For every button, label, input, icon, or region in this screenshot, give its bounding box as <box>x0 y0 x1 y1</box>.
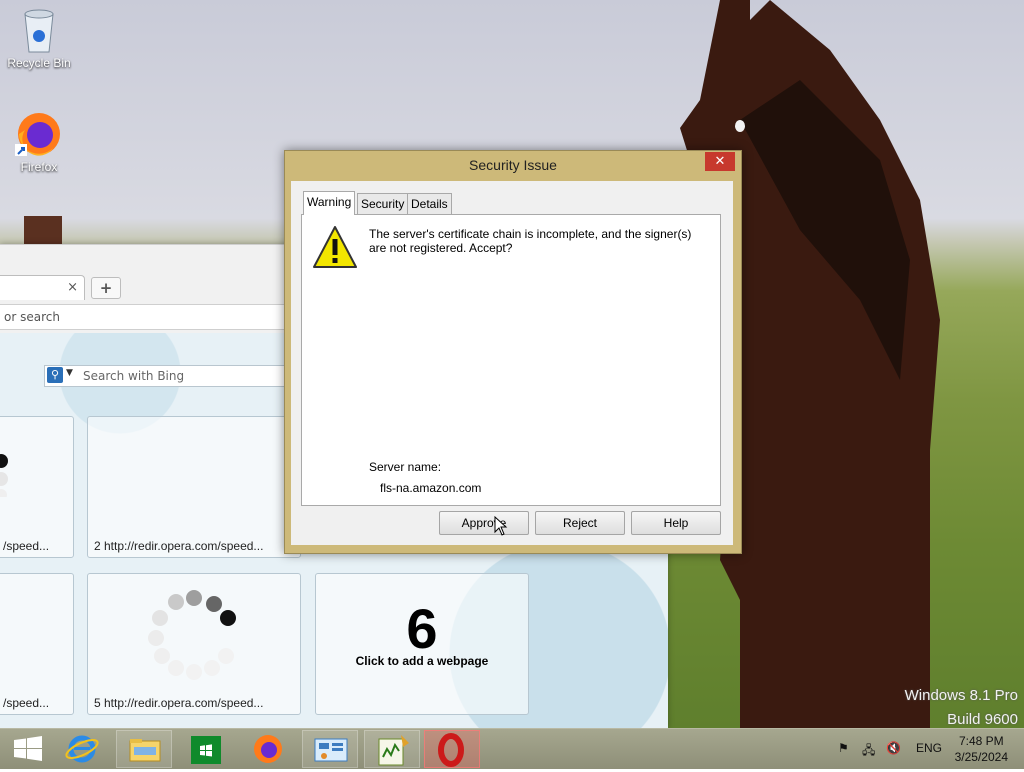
tile-caption: 2 http://redir.opera.com/speed... <box>94 539 264 553</box>
help-button[interactable]: Help <box>631 511 721 535</box>
system-clock[interactable]: 7:48 PM 3/25/2024 <box>955 733 1008 765</box>
notepad-plus-icon <box>378 735 409 766</box>
network-icon[interactable]: 🖧 <box>862 741 875 762</box>
firefox-icon <box>15 113 60 156</box>
firefox-icon <box>254 735 282 763</box>
taskbar-store[interactable] <box>178 730 234 768</box>
tab-warning[interactable]: Warning <box>303 191 356 215</box>
warning-icon <box>313 226 357 268</box>
store-icon <box>191 736 221 764</box>
tab-close-icon[interactable]: × <box>67 280 78 295</box>
warning-panel: The server's certificate chain is incomp… <box>301 214 721 506</box>
taskbar-notepad-plus[interactable] <box>364 730 420 768</box>
browser-tab[interactable]: × <box>0 275 85 300</box>
speed-dial-tile[interactable]: /speed... <box>0 573 74 715</box>
taskbar-control-panel[interactable] <box>302 730 358 768</box>
security-issue-dialog: Security Issue ✕ Warning Security Detail… <box>284 150 742 554</box>
taskbar: ⚑ 🖧 🔇 ENG 7:48 PM 3/25/2024 <box>0 728 1024 769</box>
tile-caption: /speed... <box>3 539 50 553</box>
desktop-icon-recycle-bin[interactable]: Recycle Bin <box>4 8 74 70</box>
speed-dial-tile[interactable]: 2 http://redir.opera.com/speed... <box>87 416 301 558</box>
internet-explorer-icon <box>65 735 99 763</box>
start-icon <box>14 736 42 761</box>
search-placeholder: Search with Bing <box>83 369 185 383</box>
tab-security[interactable]: Security <box>357 193 409 215</box>
approve-button[interactable]: Approve <box>439 511 529 535</box>
taskbar-firefox[interactable] <box>240 730 296 768</box>
taskbar-opera[interactable] <box>424 730 480 768</box>
close-button[interactable]: ✕ <box>705 152 735 171</box>
action-center-flag-icon[interactable]: ⚑ <box>838 741 849 755</box>
speaker-muted-icon[interactable]: 🔇 <box>886 741 901 755</box>
start-button[interactable] <box>0 730 56 768</box>
search-icon[interactable]: ⚲ <box>47 367 63 383</box>
reject-button[interactable]: Reject <box>535 511 625 535</box>
new-tab-button[interactable]: + <box>91 277 121 299</box>
server-name-value: fls-na.amazon.com <box>380 481 482 495</box>
dialog-body: Warning Security Details The server's ce… <box>291 181 733 545</box>
dialog-title: Security Issue <box>469 157 557 173</box>
speed-dial-tile[interactable]: 5 http://redir.opera.com/speed... <box>87 573 301 715</box>
file-explorer-icon <box>129 739 161 762</box>
tab-details[interactable]: Details <box>407 193 452 215</box>
opera-icon <box>438 733 464 767</box>
windows-edition: Windows 8.1 Pro <box>904 687 1018 704</box>
desktop-icon-firefox[interactable]: Firefox <box>4 110 74 174</box>
taskbar-internet-explorer[interactable] <box>54 730 110 768</box>
tile-caption: Click to add a webpage <box>355 654 489 668</box>
loading-spinner-icon <box>148 590 236 680</box>
clock-date: 3/25/2024 <box>954 750 1008 764</box>
tile-caption: /speed... <box>3 696 50 710</box>
tile-number: 6 <box>406 597 438 660</box>
warning-message: The server's certificate chain is incomp… <box>369 227 692 255</box>
address-placeholder: or search <box>4 310 60 324</box>
tile-caption: 5 http://redir.opera.com/speed... <box>94 696 264 710</box>
chevron-down-icon[interactable]: ▼ <box>66 368 73 378</box>
clock-time: 7:48 PM <box>958 734 1004 748</box>
server-name-label: Server name: <box>369 460 442 474</box>
recycle-bin-icon <box>24 9 54 53</box>
control-panel-icon <box>314 738 348 762</box>
speed-dial-tile[interactable]: /speed... <box>0 416 74 558</box>
taskbar-file-explorer[interactable] <box>116 730 172 768</box>
loading-spinner-icon <box>0 454 8 497</box>
search-input[interactable]: ⚲ ▼ Search with Bing <box>44 365 296 387</box>
desktop-icon-partial[interactable] <box>24 216 62 244</box>
windows-version-watermark: Windows 8.1 Pro Build 9600 <box>905 684 1018 732</box>
desktop-icon-label: Recycle Bin <box>7 56 71 70</box>
speed-dial-add-tile[interactable]: 6 Click to add a webpage <box>315 573 529 715</box>
language-indicator[interactable]: ENG <box>916 741 942 755</box>
mouse-cursor-icon <box>494 516 508 536</box>
desktop-icon-label: Firefox <box>20 160 58 174</box>
